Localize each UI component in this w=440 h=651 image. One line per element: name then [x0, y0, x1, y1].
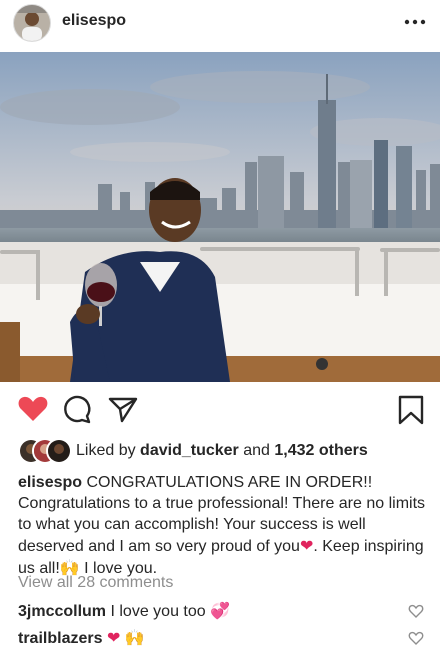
comment-like-icon[interactable]: [408, 603, 424, 619]
liker-username[interactable]: david_tucker: [140, 442, 239, 459]
author-username[interactable]: elisespo: [62, 12, 126, 30]
liker-avatar[interactable]: [46, 438, 72, 464]
caption-username[interactable]: elisespo: [18, 474, 82, 491]
bookmark-icon[interactable]: [394, 392, 428, 426]
post-caption: elisespo CONGRATULATIONS ARE IN ORDER!! …: [18, 472, 426, 579]
hearts-emoji: 💞: [210, 601, 231, 620]
post-header: elisespo: [0, 0, 440, 46]
likes-summary[interactable]: Liked by david_tucker and 1,432 others: [76, 442, 368, 460]
comment-username[interactable]: 3jmccollum: [18, 603, 106, 620]
author-avatar[interactable]: [13, 4, 51, 42]
action-bar: [0, 392, 440, 428]
likes-conjunction: and: [243, 442, 270, 459]
more-dots-icon[interactable]: [400, 8, 430, 36]
share-icon[interactable]: [106, 392, 140, 426]
comment-item: 3jmccollum I love you too 💞: [18, 601, 408, 621]
comment-like-icon[interactable]: [408, 630, 424, 646]
comment-item: trailblazers ❤ 🙌: [18, 628, 408, 648]
comment-icon[interactable]: [60, 392, 94, 426]
heart-icon[interactable]: [16, 392, 50, 426]
likes-prefix: Liked by: [76, 442, 136, 459]
heart-emoji: ❤: [106, 628, 121, 647]
comment-username[interactable]: trailblazers: [18, 630, 102, 647]
post-photo[interactable]: [0, 52, 440, 382]
likes-count[interactable]: 1,432 others: [274, 442, 367, 459]
view-all-comments-link[interactable]: View all 28 comments: [18, 574, 173, 592]
raised-hands-emoji: 🙌: [124, 628, 145, 647]
comment-text: I love you too: [110, 603, 211, 620]
likes-row: Liked by david_tucker and 1,432 others: [18, 438, 428, 464]
heart-emoji: ❤: [299, 536, 314, 555]
